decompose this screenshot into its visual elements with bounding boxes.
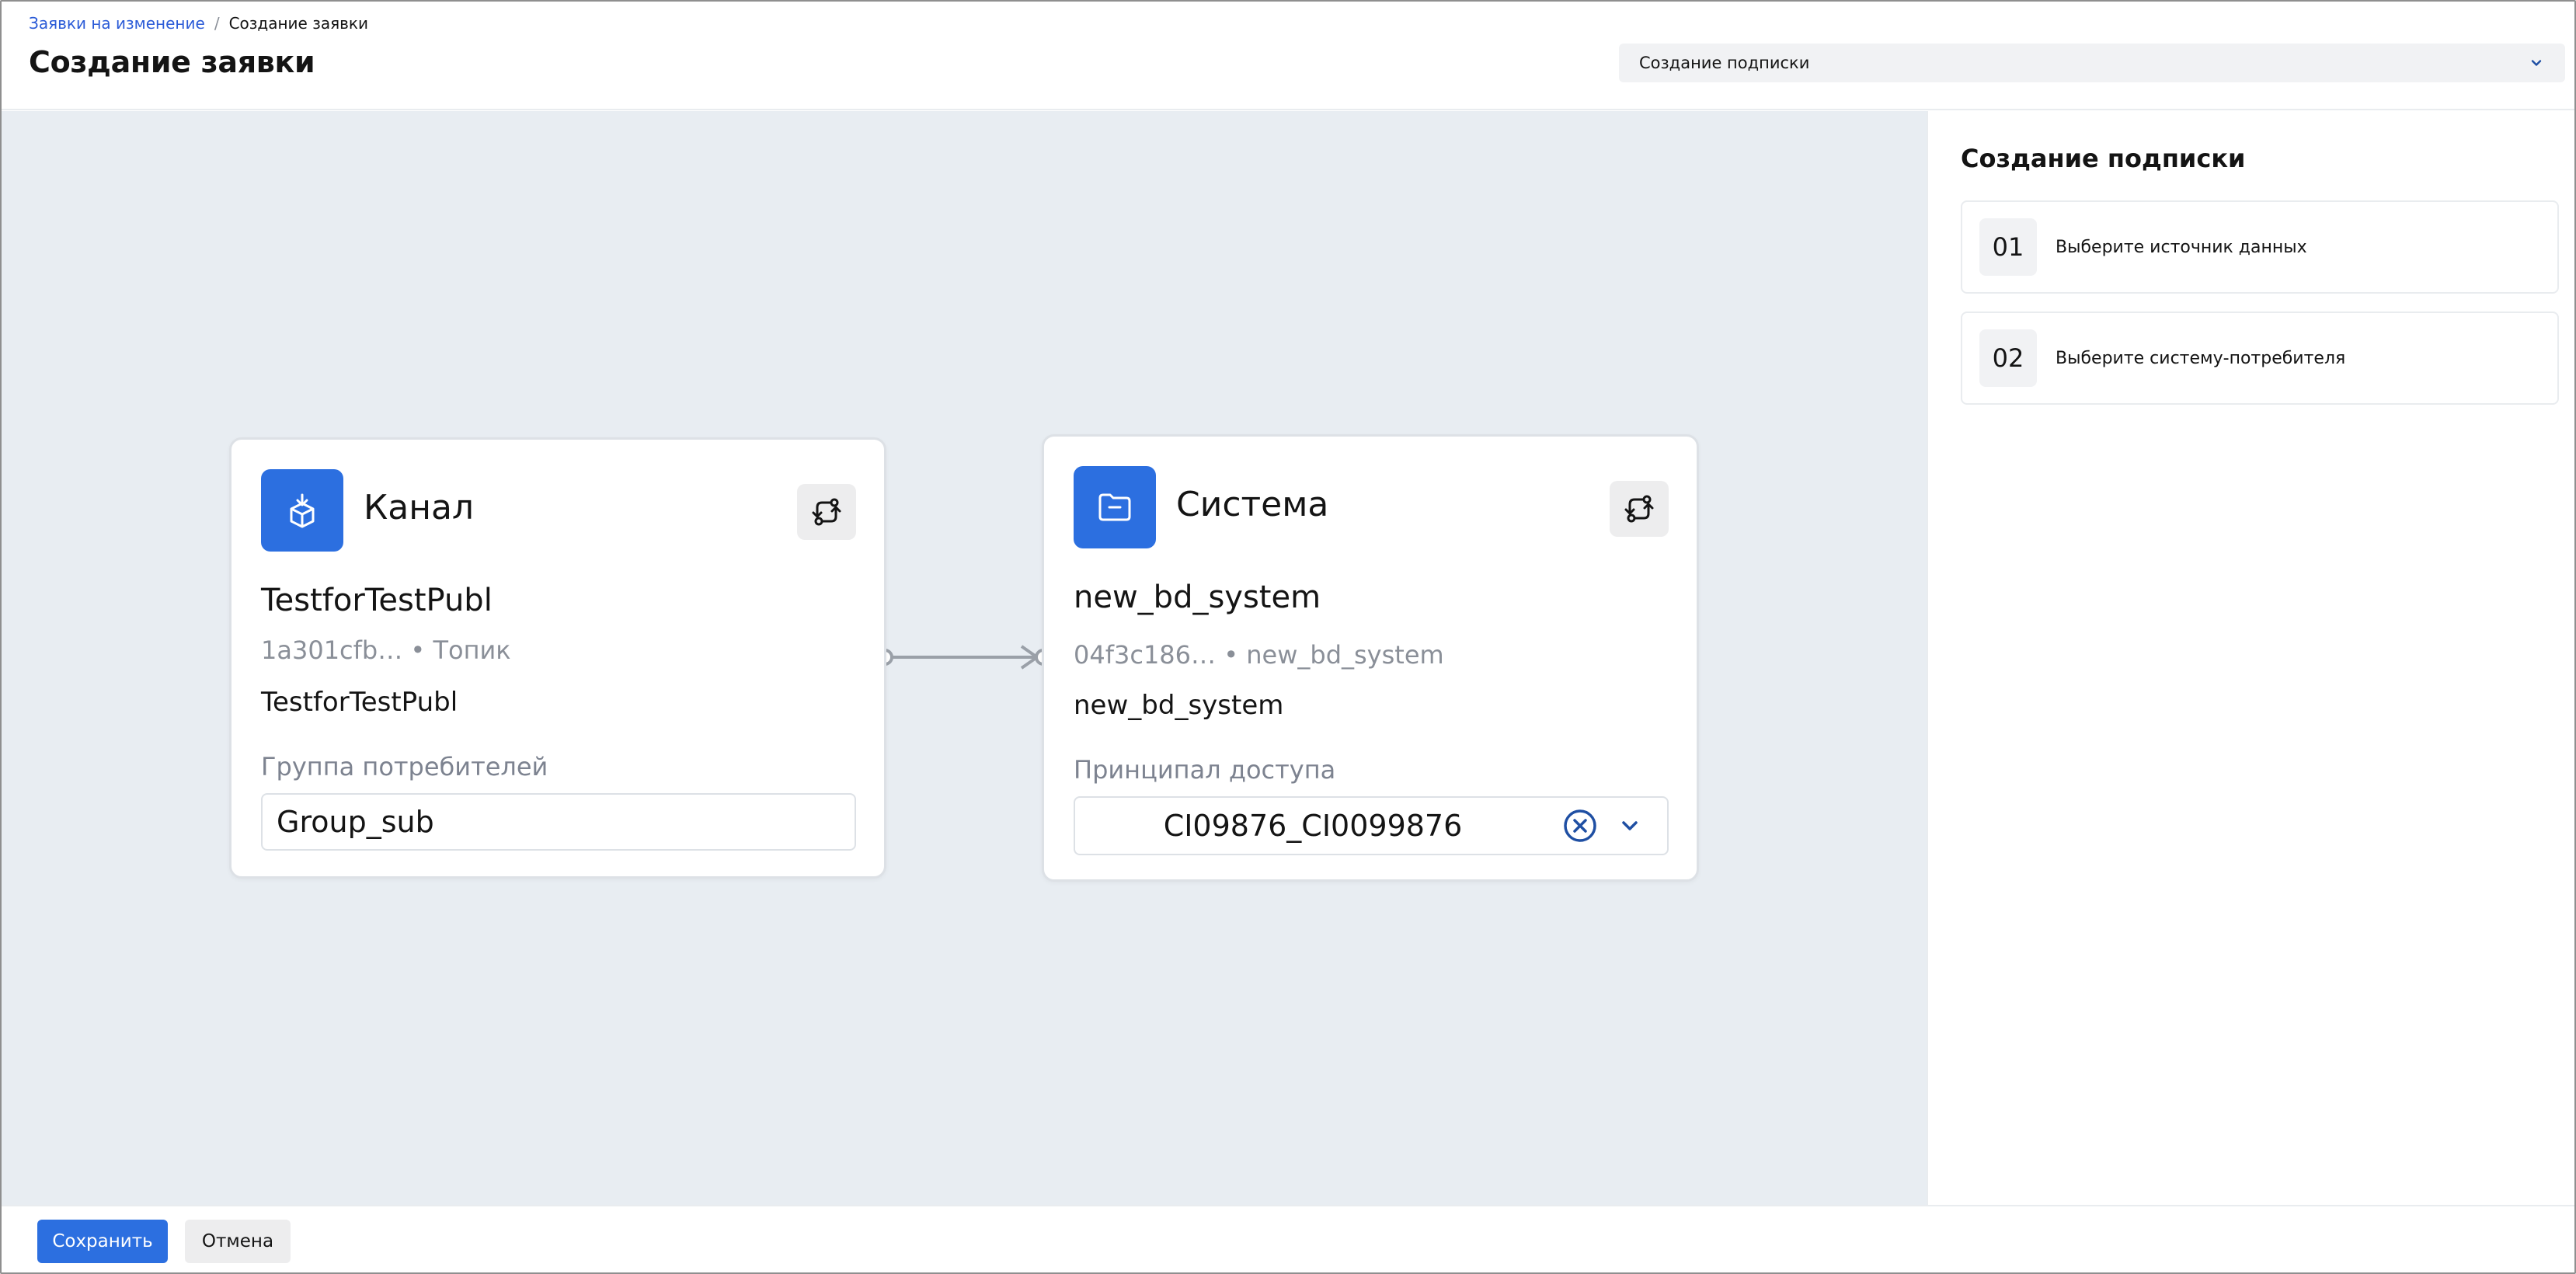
node-meta: 1a301cfb… • Топик [261, 635, 511, 665]
node-kind: Топик [433, 635, 511, 665]
breadcrumb-link-change-requests[interactable]: Заявки на изменение [29, 14, 205, 33]
node-meta: 04f3c186… • new_bd_system [1074, 640, 1444, 670]
chevron-down-icon[interactable] [1616, 812, 1644, 840]
swap-icon [812, 498, 841, 526]
page-header: Заявки на изменение / Создание заявки Со… [0, 0, 2576, 110]
side-panel-title: Создание подписки [1961, 144, 2246, 173]
access-principal-value: CI09876_CI0099876 [1163, 809, 1463, 843]
node-id: 1a301cfb… [261, 635, 403, 665]
chevron-down-icon [2528, 54, 2545, 71]
cancel-button[interactable]: Отмена [185, 1220, 291, 1263]
footer-bar: Сохранить Отмена [0, 1205, 2576, 1274]
consumer-group-input[interactable]: Group_sub [261, 793, 856, 851]
access-principal-label: Принципал доступа [1074, 755, 1336, 785]
step-label: Выберите систему-потребителя [2056, 348, 2346, 368]
box-download-icon [261, 469, 343, 552]
node-subtitle: TestforTestPubl [261, 687, 458, 718]
target-node-card[interactable]: Система new_bd_system 04f3c186… • new_bd… [1042, 434, 1699, 882]
page-title: Создание заявки [29, 45, 315, 79]
meta-separator: • [1224, 640, 1239, 670]
flow-canvas[interactable]: Канал TestforTestPubl 1a301cfb… • Топик … [0, 111, 1927, 1269]
node-name: new_bd_system [1074, 580, 1321, 615]
breadcrumb: Заявки на изменение / Создание заявки [29, 14, 368, 33]
swap-icon [1624, 495, 1654, 523]
request-type-value: Создание подписки [1639, 54, 1810, 72]
node-type-label: Система [1176, 485, 1329, 524]
step-number: 01 [1979, 218, 2037, 276]
clear-icon[interactable] [1563, 809, 1597, 843]
step-select-source[interactable]: 01 Выберите источник данных [1961, 200, 2559, 294]
swap-target-button[interactable] [1610, 481, 1669, 537]
step-number: 02 [1979, 329, 2037, 387]
node-subtitle: new_bd_system [1074, 690, 1284, 721]
swap-source-button[interactable] [797, 484, 856, 540]
breadcrumb-separator: / [214, 14, 220, 33]
access-principal-select[interactable]: CI09876_CI0099876 [1074, 796, 1669, 855]
node-id: 04f3c186… [1074, 640, 1217, 670]
request-type-select[interactable]: Создание подписки [1619, 44, 2565, 82]
meta-separator: • [410, 635, 426, 665]
breadcrumb-current: Создание заявки [228, 14, 369, 33]
node-kind: new_bd_system [1246, 640, 1444, 670]
source-node-card[interactable]: Канал TestforTestPubl 1a301cfb… • Топик … [229, 437, 886, 879]
consumer-group-label: Группа потребителей [261, 752, 548, 781]
node-type-label: Канал [364, 488, 475, 527]
side-panel: Создание подписки 01 Выберите источник д… [1927, 111, 2576, 1205]
save-button[interactable]: Сохранить [37, 1220, 168, 1263]
folder-icon [1074, 466, 1156, 548]
step-select-consumer[interactable]: 02 Выберите систему-потребителя [1961, 312, 2559, 405]
step-label: Выберите источник данных [2056, 237, 2307, 257]
node-name: TestforTestPubl [261, 583, 493, 618]
